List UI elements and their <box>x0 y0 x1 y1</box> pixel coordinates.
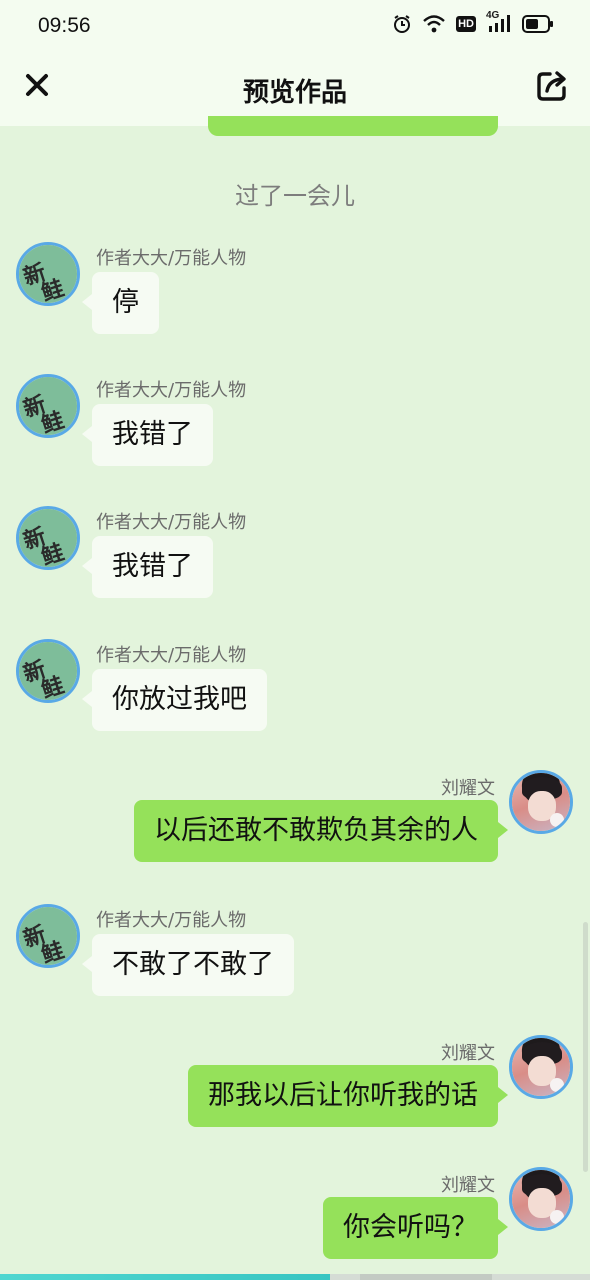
sender-name: 刘耀文 <box>441 1175 495 1196</box>
sender-name: 刘耀文 <box>441 1043 495 1064</box>
progress-fill <box>0 1274 331 1280</box>
avatar-glyph: 鲑 <box>38 938 68 968</box>
message-bubble[interactable]: 你会听吗？ <box>323 1197 508 1259</box>
message-bubble[interactable]: 你放过我吧 <box>82 669 267 731</box>
time-divider: 过了一会儿 <box>235 182 355 210</box>
avatar[interactable] <box>509 1167 573 1231</box>
status-icons: HD 4G <box>392 10 554 34</box>
message-bubble[interactable]: 我错了 <box>82 404 213 466</box>
alarm-icon <box>392 14 412 34</box>
sender-name: 刘耀文 <box>441 778 495 799</box>
playback-progress-bar[interactable] <box>0 1274 590 1280</box>
hd-icon: HD <box>456 16 476 32</box>
signal-4g-icon: 4G <box>486 10 512 34</box>
status-time: 09:56 <box>38 14 91 37</box>
avatar[interactable] <box>509 770 573 834</box>
page-title: 预览作品 <box>242 78 347 108</box>
share-icon <box>535 69 569 107</box>
message-bubble[interactable]: 以后还敢不敢欺负其余的人 <box>134 800 508 862</box>
avatar-glyph: 鲑 <box>38 540 68 570</box>
status-bar: 09:56 HD 4G <box>0 0 590 54</box>
progress-buffer <box>360 1274 492 1280</box>
sender-name: 作者大大/万能人物 <box>96 380 247 401</box>
sender-name: 作者大大/万能人物 <box>96 910 247 931</box>
avatar-glyph: 鲑 <box>38 276 68 306</box>
message-bubble[interactable]: 不敢了不敢了 <box>82 934 294 996</box>
scrollbar[interactable] <box>583 922 588 1172</box>
share-button[interactable] <box>532 68 572 108</box>
sender-name: 作者大大/万能人物 <box>96 248 247 269</box>
message-bubble[interactable]: 我错了 <box>82 536 213 598</box>
avatar[interactable] <box>509 1035 573 1099</box>
battery-icon <box>522 15 554 33</box>
avatar[interactable]: 新鲑 <box>16 374 80 438</box>
previous-message-bubble <box>208 116 498 136</box>
sender-name: 作者大大/万能人物 <box>96 645 247 666</box>
avatar-glyph: 鲑 <box>38 408 68 438</box>
wifi-icon <box>422 14 446 34</box>
avatar[interactable]: 新鲑 <box>16 904 80 968</box>
sender-name: 作者大大/万能人物 <box>96 512 247 533</box>
avatar[interactable]: 新鲑 <box>16 639 80 703</box>
message-bubble[interactable]: 那我以后让你听我的话 <box>188 1065 508 1127</box>
avatar[interactable]: 新鲑 <box>16 242 80 306</box>
chat-area[interactable]: 过了一会儿 新鲑 作者大大/万能人物 停 新鲑 作者大大/万能人物 我错了 新鲑… <box>0 116 590 1280</box>
avatar-glyph: 鲑 <box>38 673 68 703</box>
message-bubble[interactable]: 停 <box>82 272 159 334</box>
avatar[interactable]: 新鲑 <box>16 506 80 570</box>
